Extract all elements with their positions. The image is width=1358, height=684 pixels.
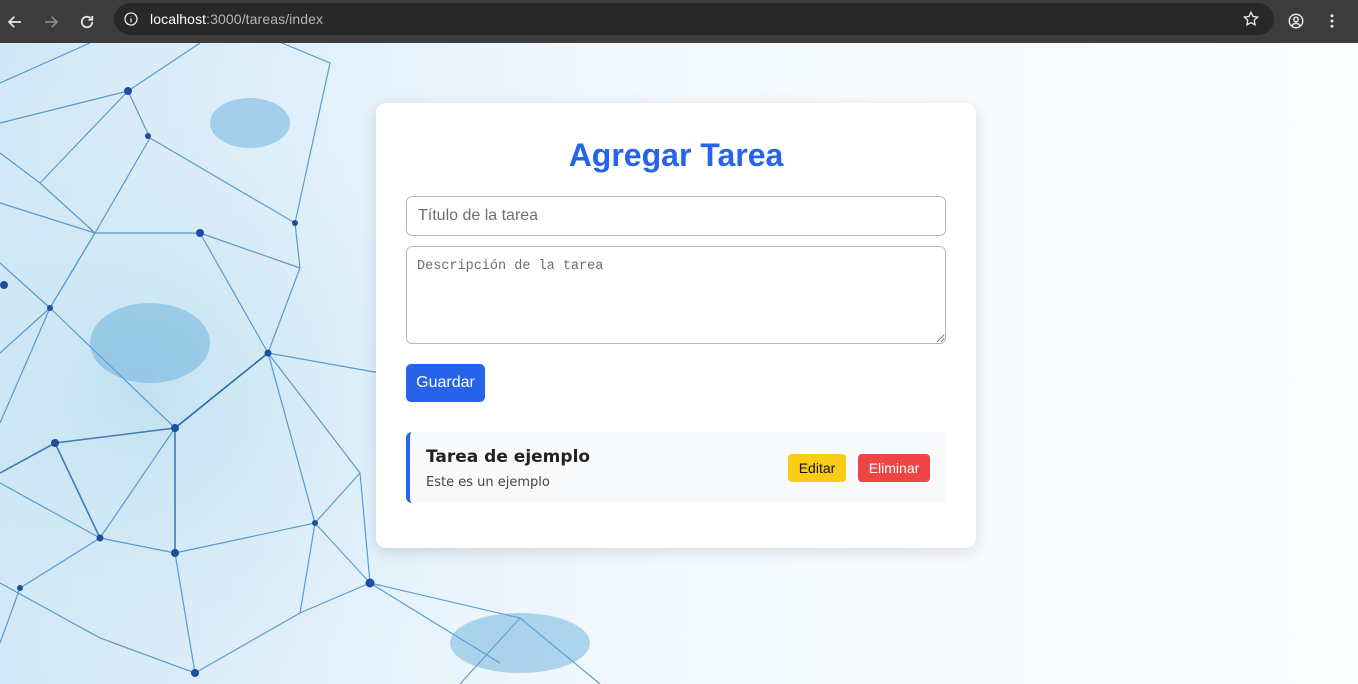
url-path: :3000/tareas/index bbox=[206, 11, 324, 27]
info-icon[interactable] bbox=[123, 11, 139, 27]
task-description-textarea[interactable] bbox=[406, 246, 946, 344]
save-button[interactable]: Guardar bbox=[406, 364, 485, 402]
url-text: localhost:3000/tareas/index bbox=[150, 11, 323, 27]
star-icon[interactable] bbox=[1242, 10, 1260, 28]
url-host: localhost bbox=[150, 11, 207, 27]
reload-icon[interactable] bbox=[69, 4, 105, 40]
task-item-title: Tarea de ejemplo bbox=[426, 447, 591, 467]
page-viewport: Agregar Tarea Guardar Tarea de ejemplo E… bbox=[0, 43, 1358, 684]
back-icon[interactable] bbox=[0, 4, 33, 40]
address-bar[interactable]: localhost:3000/tareas/index bbox=[114, 3, 1274, 35]
task-title-input[interactable] bbox=[406, 196, 946, 236]
task-list-item: Tarea de ejemplo Este es un ejemplo Edit… bbox=[406, 432, 946, 503]
profile-icon[interactable] bbox=[1278, 3, 1314, 39]
browser-toolbar: localhost:3000/tareas/index bbox=[0, 0, 1358, 43]
task-form-card: Agregar Tarea Guardar Tarea de ejemplo E… bbox=[376, 103, 976, 548]
page-title: Agregar Tarea bbox=[568, 137, 784, 173]
toolbar-right bbox=[1278, 3, 1350, 39]
task-item-description: Este es un ejemplo bbox=[426, 475, 550, 490]
edit-button[interactable]: Editar bbox=[788, 454, 846, 482]
forward-icon[interactable] bbox=[33, 4, 69, 40]
delete-button[interactable]: Eliminar bbox=[858, 454, 930, 482]
menu-icon[interactable] bbox=[1314, 3, 1350, 39]
